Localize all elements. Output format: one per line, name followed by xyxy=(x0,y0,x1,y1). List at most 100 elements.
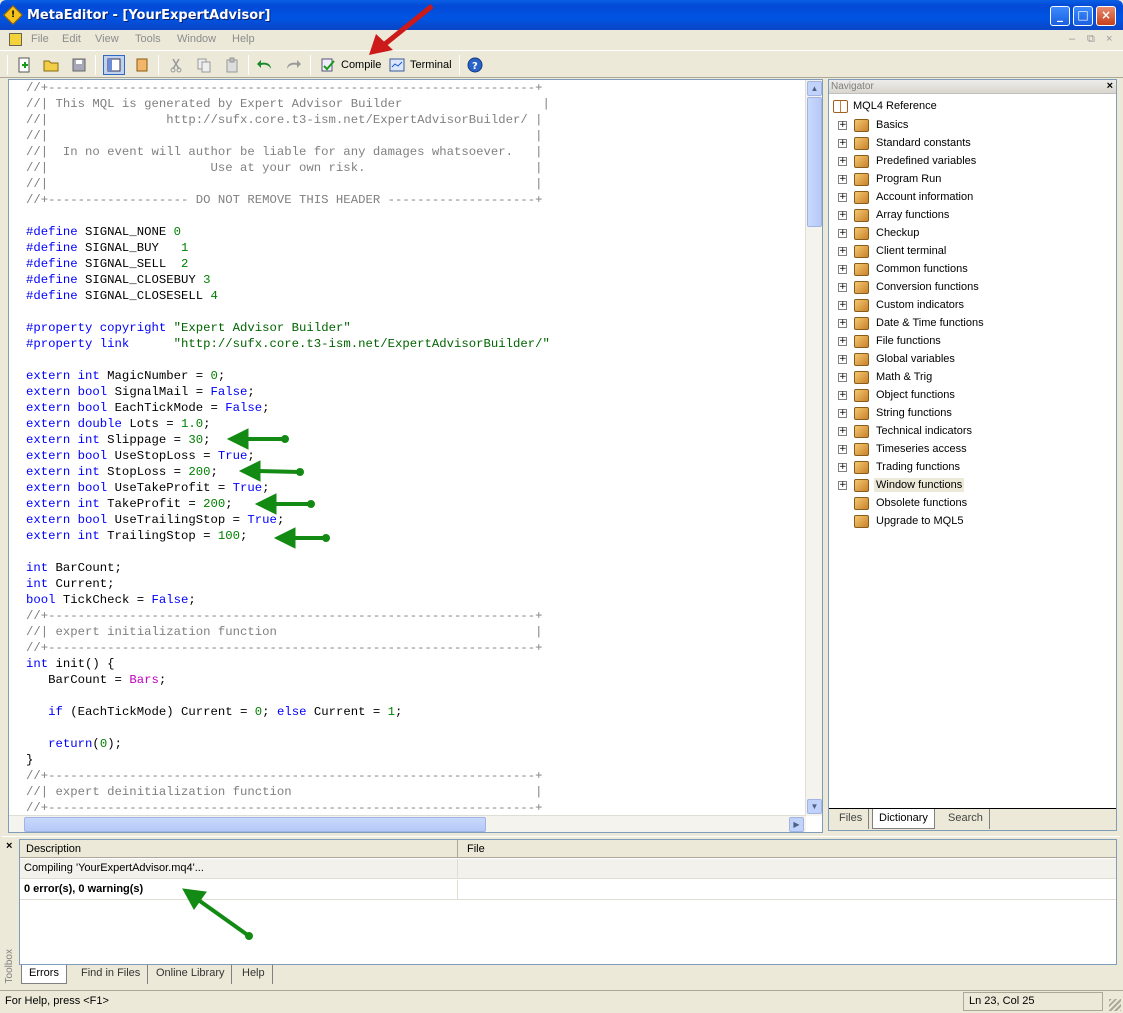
undo-icon[interactable] xyxy=(254,55,276,75)
expand-plus-icon[interactable]: + xyxy=(838,354,847,364)
save-icon[interactable] xyxy=(68,55,90,75)
nav-tree-item[interactable]: + Standard constants xyxy=(838,134,986,152)
help-icon[interactable]: ? xyxy=(464,55,486,75)
toolbox-toggle-icon[interactable] xyxy=(131,55,153,75)
code-line[interactable]: extern int TakeProfit = 200; xyxy=(26,496,550,512)
tab-online-library[interactable]: Online Library xyxy=(149,965,233,984)
cut-icon[interactable] xyxy=(165,55,187,75)
code-line[interactable]: #define SIGNAL_CLOSESELL 4 xyxy=(26,288,550,304)
scroll-thumb-horizontal[interactable] xyxy=(24,817,486,832)
toolbox-close-icon[interactable]: × xyxy=(6,840,12,852)
menu-tools[interactable]: Tools xyxy=(135,33,161,45)
expand-plus-icon[interactable]: + xyxy=(838,282,847,292)
menu-edit[interactable]: Edit xyxy=(62,33,81,45)
expand-plus-icon[interactable]: + xyxy=(838,192,847,202)
code-line[interactable]: //| | xyxy=(26,176,550,192)
nav-tree-item[interactable]: + Predefined variables xyxy=(838,152,986,170)
code-line[interactable]: #property copyright "Expert Advisor Buil… xyxy=(26,320,550,336)
terminal-button[interactable]: Terminal xyxy=(410,59,452,71)
mdi-restore-button[interactable]: ⧉ xyxy=(1087,33,1095,46)
code-line[interactable]: #property link "http://sufx.core.t3-ism.… xyxy=(26,336,550,352)
code-line[interactable]: #define SIGNAL_CLOSEBUY 3 xyxy=(26,272,550,288)
scroll-up-arrow-icon[interactable]: ▲ xyxy=(807,81,822,96)
mdi-minimize-button[interactable]: – xyxy=(1069,33,1075,45)
nav-tree-item[interactable]: + Client terminal xyxy=(838,242,986,260)
minimize-button[interactable]: _ xyxy=(1050,6,1070,26)
nav-tree-item[interactable]: + Array functions xyxy=(838,206,986,224)
code-line[interactable]: //+-------------------------------------… xyxy=(26,640,550,656)
code-line[interactable]: //| Use at your own risk. | xyxy=(26,160,550,176)
nav-tree-item[interactable]: Obsolete functions xyxy=(838,494,986,512)
menu-help[interactable]: Help xyxy=(232,33,255,45)
expand-plus-icon[interactable]: + xyxy=(838,426,847,436)
nav-tree-item[interactable]: Upgrade to MQL5 xyxy=(838,512,986,530)
code-line[interactable] xyxy=(26,304,550,320)
code-line[interactable] xyxy=(26,352,550,368)
code-line[interactable]: extern bool UseTakeProfit = True; xyxy=(26,480,550,496)
expand-plus-icon[interactable]: + xyxy=(838,336,847,346)
code-line[interactable]: //| In no event will author be liable fo… xyxy=(26,144,550,160)
expand-plus-icon[interactable]: + xyxy=(838,390,847,400)
column-file[interactable]: File xyxy=(467,843,485,855)
code-line[interactable] xyxy=(26,688,550,704)
compile-button[interactable]: Compile xyxy=(341,59,381,71)
code-line[interactable]: //+-------------------------------------… xyxy=(26,80,550,96)
code-line[interactable]: extern int StopLoss = 200; xyxy=(26,464,550,480)
code-text[interactable]: //+-------------------------------------… xyxy=(26,80,550,816)
expand-plus-icon[interactable]: + xyxy=(838,372,847,382)
scroll-right-arrow-icon[interactable]: ▶ xyxy=(789,817,804,832)
open-folder-icon[interactable] xyxy=(40,55,62,75)
expand-plus-icon[interactable]: + xyxy=(838,318,847,328)
editor-vertical-scrollbar[interactable]: ▲ ▼ xyxy=(805,80,822,816)
expand-plus-icon[interactable]: + xyxy=(838,120,847,130)
new-file-icon[interactable] xyxy=(13,55,35,75)
nav-tree-item[interactable]: + Date & Time functions xyxy=(838,314,986,332)
expand-plus-icon[interactable]: + xyxy=(838,444,847,454)
nav-tree-item[interactable]: + Basics xyxy=(838,116,986,134)
expand-plus-icon[interactable]: + xyxy=(838,210,847,220)
expand-plus-icon[interactable]: + xyxy=(838,480,847,490)
nav-tree-item[interactable]: + Checkup xyxy=(838,224,986,242)
expand-plus-icon[interactable]: + xyxy=(838,300,847,310)
redo-icon[interactable] xyxy=(282,55,304,75)
code-line[interactable]: //| http://sufx.core.t3-ism.net/ExpertAd… xyxy=(26,112,550,128)
tab-dictionary[interactable]: Dictionary xyxy=(872,809,935,829)
tab-search[interactable]: Search xyxy=(942,809,990,829)
code-line[interactable]: bool TickCheck = False; xyxy=(26,592,550,608)
code-line[interactable]: if (EachTickMode) Current = 0; else Curr… xyxy=(26,704,550,720)
code-editor[interactable]: //+-------------------------------------… xyxy=(8,79,823,833)
expand-plus-icon[interactable]: + xyxy=(838,228,847,238)
code-line[interactable]: extern double Lots = 1.0; xyxy=(26,416,550,432)
code-line[interactable]: int init() { xyxy=(26,656,550,672)
nav-tree-item[interactable]: + Global variables xyxy=(838,350,986,368)
code-line[interactable]: extern bool UseStopLoss = True; xyxy=(26,448,550,464)
terminal-icon[interactable] xyxy=(386,55,408,75)
expand-plus-icon[interactable]: + xyxy=(838,246,847,256)
code-line[interactable]: #define SIGNAL_NONE 0 xyxy=(26,224,550,240)
paste-icon[interactable] xyxy=(221,55,243,75)
table-row[interactable]: 0 error(s), 0 warning(s) xyxy=(20,880,1116,900)
menu-view[interactable]: View xyxy=(95,33,119,45)
code-line[interactable]: #define SIGNAL_BUY 1 xyxy=(26,240,550,256)
code-line[interactable]: extern bool EachTickMode = False; xyxy=(26,400,550,416)
nav-tree-item[interactable]: + File functions xyxy=(838,332,986,350)
tab-files[interactable]: Files xyxy=(833,809,870,829)
nav-tree-item[interactable]: + Common functions xyxy=(838,260,986,278)
scroll-down-arrow-icon[interactable]: ▼ xyxy=(807,799,822,814)
code-line[interactable]: //| | xyxy=(26,128,550,144)
menu-file[interactable]: File xyxy=(31,33,49,45)
tab-help[interactable]: Help xyxy=(235,965,273,984)
nav-tree-item[interactable]: + Program Run xyxy=(838,170,986,188)
nav-tree-item[interactable]: + Technical indicators xyxy=(838,422,986,440)
mdi-close-button[interactable]: × xyxy=(1106,33,1112,45)
navigator-toggle-icon[interactable] xyxy=(103,55,125,75)
nav-tree-item[interactable]: + Object functions xyxy=(838,386,986,404)
code-line[interactable] xyxy=(26,720,550,736)
code-line[interactable]: BarCount = Bars; xyxy=(26,672,550,688)
nav-tree-item[interactable]: + Trading functions xyxy=(838,458,986,476)
code-line[interactable]: //+-------------------------------------… xyxy=(26,608,550,624)
nav-tree-item[interactable]: + Timeseries access xyxy=(838,440,986,458)
expand-plus-icon[interactable]: + xyxy=(838,264,847,274)
code-line[interactable]: //| This MQL is generated by Expert Advi… xyxy=(26,96,550,112)
navigator-close-icon[interactable]: × xyxy=(1107,79,1113,93)
